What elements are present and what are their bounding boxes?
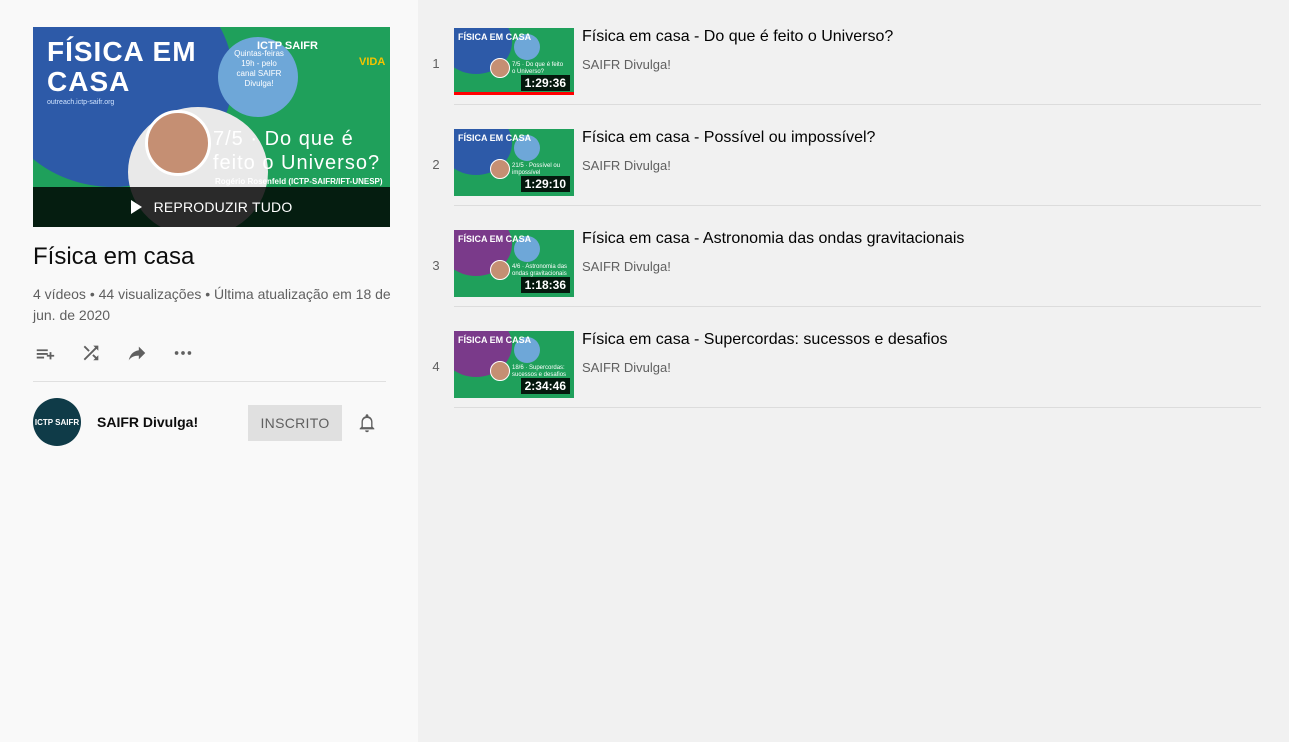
stats-dot: • <box>89 286 99 302</box>
more-icon[interactable] <box>171 341 195 365</box>
hero-url: outreach.ictp-saifr.org <box>47 99 115 106</box>
views-count: 44 visualizações <box>98 286 202 302</box>
video-thumbnail[interactable]: FÍSICA EM CASA 18/6 · Supercordas: suces… <box>454 331 574 398</box>
hero-episode: 7/5 · Do que é feito o Universo? <box>213 127 380 175</box>
video-title[interactable]: Física em casa - Possível ou impossível? <box>582 129 875 147</box>
video-thumbnail[interactable]: FÍSICA EM CASA 4/6 · Astronomia das onda… <box>454 230 574 297</box>
play-all-button[interactable]: REPRODUZIR TUDO <box>33 187 390 227</box>
watch-progress-bar <box>454 92 574 95</box>
sidebar-divider <box>33 381 386 382</box>
hero-episode-line2: feito o Universo? <box>213 152 381 174</box>
playlist-video-row[interactable]: 3 FÍSICA EM CASA 4/6 · Astronomia das on… <box>418 206 1285 307</box>
thumbnail-title: FÍSICA EM CASA <box>458 133 532 143</box>
video-duration: 1:29:36 <box>520 75 570 91</box>
video-duration: 2:34:46 <box>520 378 570 394</box>
hero-title-line1: FÍSICA EM <box>47 36 197 67</box>
share-icon[interactable] <box>125 341 149 365</box>
video-title[interactable]: Física em casa - Astronomia das ondas gr… <box>582 230 964 248</box>
thumbnail-speaker-photo <box>490 58 510 78</box>
playlist-video-row[interactable]: 4 FÍSICA EM CASA 18/6 · Supercordas: suc… <box>418 307 1285 408</box>
video-title[interactable]: Física em casa - Do que é feito o Univer… <box>582 28 893 46</box>
playlist-stats: 4 vídeos • 44 visualizações • Última atu… <box>33 284 393 326</box>
video-channel[interactable]: SAIFR Divulga! <box>582 57 671 72</box>
video-thumbnail[interactable]: FÍSICA EM CASA 7/5 · Do que é feito o Un… <box>454 28 574 95</box>
subscribed-button[interactable]: INSCRITO <box>248 405 342 441</box>
thumbnail-episode: 7/5 · Do que é feito o Universo? <box>512 62 564 75</box>
playlist-video-row[interactable]: 1 FÍSICA EM CASA 7/5 · Do que é feito o … <box>418 4 1285 105</box>
hero-logo: ICTP SAIFR <box>257 40 318 52</box>
videos-count: 4 vídeos <box>33 286 86 302</box>
video-index: 4 <box>432 359 440 374</box>
thumbnail-title: FÍSICA EM CASA <box>458 335 532 345</box>
video-channel[interactable]: SAIFR Divulga! <box>582 360 671 375</box>
video-channel[interactable]: SAIFR Divulga! <box>582 259 671 274</box>
playlist-video-row[interactable]: 2 FÍSICA EM CASA 21/5 · Possível ou impo… <box>418 105 1285 206</box>
thumbnail-episode: 4/6 · Astronomia das ondas gravitacionai… <box>512 264 568 277</box>
video-duration: 1:29:10 <box>520 176 570 192</box>
hero-title-line2: CASA <box>47 66 131 97</box>
hero-episode-line1: 7/5 · Do que é <box>213 128 354 150</box>
playlist-sidebar: FÍSICA EM CASA outreach.ictp-saifr.org Q… <box>0 0 418 742</box>
bell-icon[interactable] <box>356 412 378 434</box>
row-divider <box>454 407 1261 408</box>
thumbnail-episode: 21/5 · Possível ou impossível <box>512 163 561 176</box>
video-channel[interactable]: SAIFR Divulga! <box>582 158 671 173</box>
playlist-title: Física em casa <box>33 243 195 270</box>
hero-speaker: Rogério Rosenfeld (ICTP-SAIFR/IFT-UNESP) <box>215 177 383 186</box>
stats-dot: • <box>205 286 215 302</box>
hero-title: FÍSICA EM CASA <box>47 37 197 97</box>
channel-avatar[interactable]: ICTP SAIFR <box>33 398 81 446</box>
thumbnail-speaker-photo <box>490 361 510 381</box>
video-index: 1 <box>432 56 440 71</box>
play-icon <box>130 200 142 214</box>
play-all-label: REPRODUZIR TUDO <box>153 199 293 215</box>
hero-logo2: VIDA <box>359 56 386 68</box>
video-index: 2 <box>432 157 440 172</box>
channel-name[interactable]: SAIFR Divulga! <box>97 414 198 430</box>
thumbnail-episode: 18/6 · Supercordas: sucessos e desafios <box>512 365 567 378</box>
video-title[interactable]: Física em casa - Supercordas: sucessos e… <box>582 331 948 349</box>
video-index: 3 <box>432 258 440 273</box>
thumbnail-speaker-photo <box>490 159 510 179</box>
playlist-hero-thumbnail[interactable]: FÍSICA EM CASA outreach.ictp-saifr.org Q… <box>33 27 390 227</box>
playlist-actions <box>33 340 195 366</box>
shuffle-icon[interactable] <box>79 341 103 365</box>
video-thumbnail[interactable]: FÍSICA EM CASA 21/5 · Possível ou imposs… <box>454 129 574 196</box>
thumbnail-title: FÍSICA EM CASA <box>458 234 532 244</box>
thumbnail-speaker-photo <box>490 260 510 280</box>
hero-badge: Quintas-feiras 19h - pelo canal SAIFR Di… <box>234 49 284 88</box>
playlist-video-list: 1 FÍSICA EM CASA 7/5 · Do que é feito o … <box>418 4 1285 742</box>
thumbnail-title: FÍSICA EM CASA <box>458 32 532 42</box>
speaker-photo <box>145 110 211 176</box>
video-duration: 1:18:36 <box>520 277 570 293</box>
playlist-owner: ICTP SAIFR SAIFR Divulga! INSCRITO <box>33 398 386 446</box>
add-to-queue-icon[interactable] <box>33 341 57 365</box>
